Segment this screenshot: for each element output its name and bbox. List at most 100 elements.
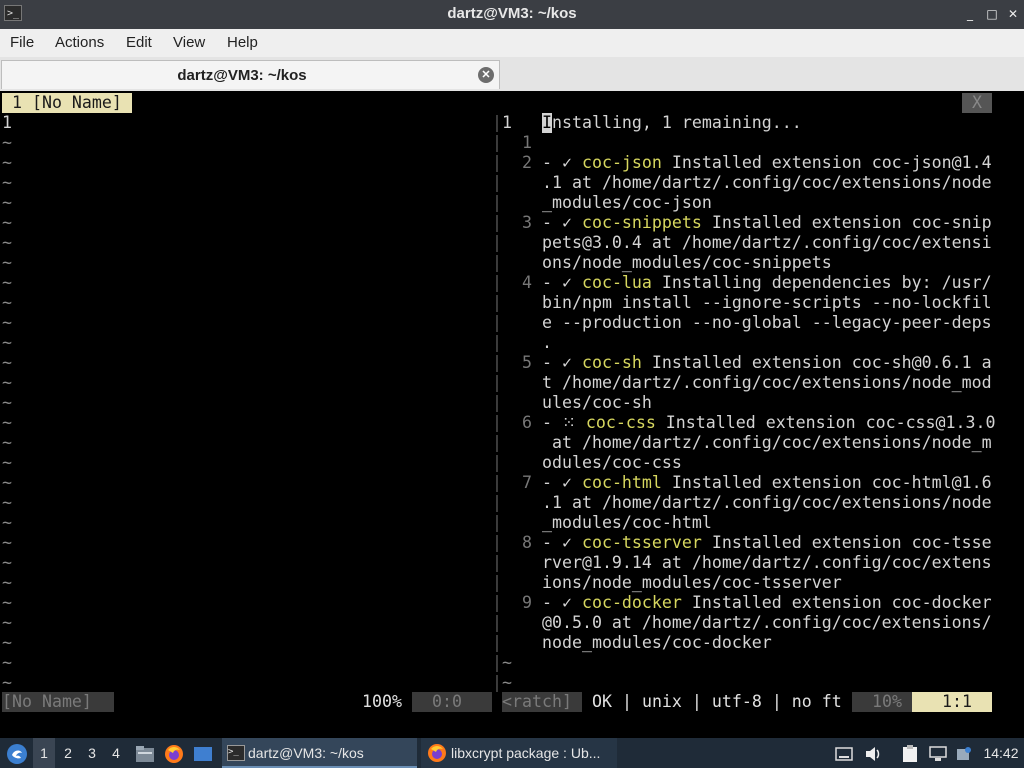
vim-tabline-close[interactable]: X — [962, 93, 992, 113]
menu-file[interactable]: File — [10, 34, 34, 51]
empty-line-tilde: ~ — [2, 653, 12, 672]
distro-menu-icon[interactable] — [4, 738, 30, 768]
empty-line-tilde: ~ — [2, 373, 12, 392]
right-status-position: 1:1 — [912, 692, 992, 712]
workspace-1[interactable]: 1 — [33, 738, 55, 768]
empty-line-tilde: ~ — [2, 333, 12, 352]
menu-view[interactable]: View — [173, 34, 205, 51]
terminal-area[interactable]: 1 [No Name] X 1 ~ ~ ~ ~ ~ ~ ~ ~ ~ ~ ~ ~ ~ ~ ~ ~ ~ ~ ~ ~ ~ ~ ~ ~ ~… — [0, 91, 1024, 738]
wrapped-line: ons/node_modules/coc-snippets — [542, 253, 832, 272]
keyboard-icon[interactable] — [832, 738, 856, 768]
close-window-button[interactable]: ✕ — [1005, 5, 1021, 23]
show-desktop-icon[interactable] — [191, 738, 215, 768]
menu-bar: File Actions Edit View Help — [0, 29, 1024, 57]
maximize-button[interactable]: □ — [984, 5, 1000, 23]
minimize-button[interactable]: _ — [962, 5, 978, 23]
menu-actions[interactable]: Actions — [55, 34, 104, 51]
split-separator: | — [492, 373, 502, 392]
task-terminal-label: dartz@VM3: ~/kos — [248, 745, 364, 761]
right-status-info: OK | unix | utf-8 | no ft — [592, 692, 842, 711]
wrapped-line: pets@3.0.4 at /home/dartz/.config/coc/ex… — [542, 233, 992, 252]
split-separator: | — [492, 593, 502, 612]
menu-edit[interactable]: Edit — [126, 34, 152, 51]
extension-name: coc-css — [585, 413, 656, 432]
install-message: Installed extension coc-html@1.6 — [661, 473, 992, 492]
install-line: - ✓ coc-sh Installed extension coc-sh@0.… — [542, 353, 992, 373]
install-line: - ✓ coc-json Installed extension coc-jso… — [542, 153, 992, 173]
wrapped-line: _modules/coc-json — [542, 193, 712, 212]
split-separator: | — [492, 513, 502, 532]
workspace-3[interactable]: 3 — [81, 738, 103, 768]
extension-name: coc-json — [581, 153, 662, 172]
split-separator: | — [492, 473, 502, 492]
install-message: Installed extension coc-json@1.4 — [661, 153, 992, 172]
split-separator: | — [492, 153, 502, 172]
split-separator: | — [492, 453, 502, 472]
line-number: 8 — [522, 533, 532, 552]
empty-line-tilde: ~ — [2, 553, 12, 572]
wrapped-line: node_modules/coc-docker — [542, 633, 772, 652]
split-separator: | — [492, 613, 502, 632]
workspace-4[interactable]: 4 — [105, 738, 127, 768]
window-titlebar: >_ dartz@VM3: ~/kos _ □ ✕ — [0, 0, 1024, 29]
wrapped-line: rver@1.9.14 at /home/dartz/.config/coc/e… — [542, 553, 992, 572]
terminal-tab[interactable]: dartz@VM3: ~/kos ✕ — [1, 60, 500, 89]
tab-close-icon[interactable]: ✕ — [478, 67, 494, 83]
left-line-number: 1 — [2, 113, 12, 132]
empty-line-tilde: ~ — [2, 393, 12, 412]
split-separator: | — [492, 553, 502, 572]
firefox-icon — [428, 744, 446, 762]
wrapped-line: @0.5.0 at /home/dartz/.config/coc/extens… — [542, 613, 992, 632]
file-manager-icon[interactable] — [133, 738, 157, 768]
volume-icon[interactable] — [861, 738, 885, 768]
empty-line-tilde: ~ — [2, 573, 12, 592]
update-notifier-icon[interactable] — [954, 738, 974, 768]
empty-line-tilde: ~ — [2, 593, 12, 612]
empty-line-tilde: ~ — [2, 513, 12, 532]
task-firefox[interactable]: libxcrypt package : Ub... — [421, 738, 617, 768]
split-separator: | — [492, 573, 502, 592]
install-line: - ✓ coc-docker Installed extension coc-d… — [542, 593, 992, 613]
text-cursor: I — [542, 113, 552, 133]
network-icon[interactable] — [926, 738, 950, 768]
vim-tabline-active[interactable]: 1 [No Name] — [2, 93, 132, 113]
split-separator: | — [492, 333, 502, 352]
split-separator: | — [492, 633, 502, 652]
empty-line-tilde: ~ — [2, 153, 12, 172]
install-message: Installed extension coc-sh@0.6.1 a — [641, 353, 992, 372]
left-status-percent: 100% — [362, 692, 402, 711]
empty-line-tilde: ~ — [2, 313, 12, 332]
menu-help[interactable]: Help — [227, 34, 258, 51]
split-separator: | — [492, 233, 502, 252]
extension-name: coc-lua — [581, 273, 652, 292]
extension-name: coc-sh — [581, 353, 642, 372]
split-separator: | — [492, 353, 502, 372]
line-number: 9 — [522, 593, 532, 612]
task-terminal[interactable]: >_ dartz@VM3: ~/kos — [222, 738, 417, 768]
split-separator: | — [492, 253, 502, 272]
split-separator: | — [492, 193, 502, 212]
firefox-icon[interactable] — [162, 738, 186, 768]
install-message: Installed extension coc-tsse — [701, 533, 992, 552]
clock[interactable]: 14:42 — [978, 738, 1024, 768]
wrapped-line: . — [542, 333, 552, 352]
clipboard-icon[interactable] — [898, 738, 922, 768]
line-number: 4 — [522, 273, 532, 292]
empty-line-tilde: ~ — [2, 173, 12, 192]
install-line: - ✓ coc-snippets Installed extension coc… — [542, 213, 992, 233]
empty-line-tilde: ~ — [2, 533, 12, 552]
workspace-2[interactable]: 2 — [57, 738, 79, 768]
left-status-position: 0:0 — [412, 692, 492, 712]
split-separator: | — [492, 413, 502, 432]
line-number: 1 — [502, 113, 512, 132]
split-separator: | — [492, 113, 502, 132]
tab-bar: dartz@VM3: ~/kos ✕ — [0, 57, 1024, 91]
wrapped-line: ules/coc-sh — [542, 393, 652, 412]
empty-line-tilde: ~ — [2, 193, 12, 212]
install-line: - ⁙ coc-css Installed extension coc-css@… — [542, 413, 995, 433]
window-title: dartz@VM3: ~/kos — [447, 5, 577, 22]
empty-line-tilde: ~ — [2, 213, 12, 232]
wrapped-line: .1 at /home/dartz/.config/coc/extensions… — [542, 173, 992, 192]
checkmark-icon: - ✓ — [542, 273, 582, 292]
wrapped-line: .1 at /home/dartz/.config/coc/extensions… — [542, 493, 992, 512]
